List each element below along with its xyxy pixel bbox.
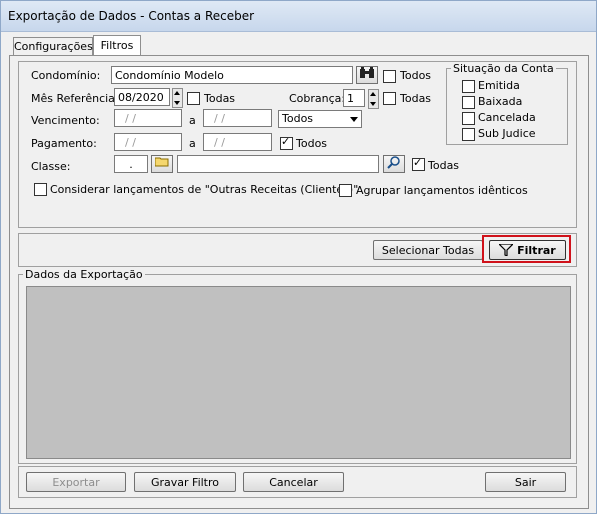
- pagamento-label: Pagamento:: [31, 137, 97, 150]
- pagamento-a-label: a: [189, 137, 196, 150]
- filtrar-label: Filtrar: [517, 244, 556, 257]
- vencimento-label: Vencimento:: [31, 114, 100, 127]
- chevron-down-icon: [350, 117, 358, 122]
- situacao-cancelada-label: Cancelada: [478, 111, 536, 124]
- binoculars-search-button[interactable]: [356, 66, 378, 84]
- classe-folder-button[interactable]: [151, 155, 173, 173]
- agrupar-checkbox[interactable]: [339, 184, 352, 197]
- pagamento-todos-label: Todos: [296, 137, 328, 150]
- situacao-baixada-checkbox[interactable]: [462, 96, 475, 109]
- situacao-emitida-label: Emitida: [478, 79, 520, 92]
- vencimento-ate-field[interactable]: / /: [203, 109, 272, 127]
- tab-filtros[interactable]: Filtros: [93, 35, 141, 56]
- situacao-subjudice-checkbox[interactable]: [462, 128, 475, 141]
- exportar-button[interactable]: Exportar: [26, 472, 126, 492]
- vencimento-a-label: a: [189, 114, 196, 127]
- pagamento-ate-field[interactable]: / /: [203, 133, 272, 151]
- considerar-label: Considerar lançamentos de "Outras Receit…: [50, 183, 359, 196]
- cancelar-button[interactable]: Cancelar: [243, 472, 344, 492]
- cancelar-label: Cancelar: [269, 476, 318, 489]
- sair-button[interactable]: Sair: [485, 472, 566, 492]
- condominio-todos-checkbox[interactable]: [383, 70, 396, 83]
- condominio-todos-label: Todos: [400, 69, 432, 82]
- filtrar-button[interactable]: Filtrar: [489, 240, 566, 260]
- situacao-cancelada-checkbox[interactable]: [462, 112, 475, 125]
- condominio-field[interactable]: Condomínio Modelo: [111, 66, 353, 84]
- mes-todas-label: Todas: [204, 92, 236, 105]
- classe-code-field[interactable]: .: [114, 155, 148, 173]
- situacao-title: Situação da Conta: [451, 62, 556, 75]
- considerar-checkbox[interactable]: [34, 183, 47, 196]
- funnel-icon: [497, 243, 515, 257]
- pagamento-de-field[interactable]: / /: [114, 133, 182, 151]
- mes-todas-checkbox[interactable]: [187, 92, 200, 105]
- classe-search-button[interactable]: [383, 155, 405, 173]
- condominio-label: Condomínio:: [31, 69, 101, 82]
- gravar-filtro-label: Gravar Filtro: [150, 476, 220, 489]
- vencimento-tipo-value: Todos: [282, 112, 314, 125]
- mes-referencia-field[interactable]: 08/2020: [114, 88, 170, 106]
- folder-icon: [154, 157, 169, 167]
- tab-configuracoes[interactable]: Configurações: [13, 37, 93, 56]
- classe-todas-checkbox[interactable]: [412, 156, 425, 171]
- binoculars-icon: [360, 67, 374, 78]
- sair-label: Sair: [514, 476, 537, 489]
- situacao-baixada-label: Baixada: [478, 95, 523, 108]
- vencimento-de-field[interactable]: / /: [114, 109, 182, 127]
- exportar-label: Exportar: [52, 476, 100, 489]
- situacao-emitida-checkbox[interactable]: [462, 80, 475, 93]
- main-window: Exportação de Dados - Contas a Receber C…: [0, 0, 597, 514]
- cobranca-label: Cobrança:: [289, 92, 346, 105]
- tab-configuracoes-label: Configurações: [14, 40, 93, 53]
- cobranca-todas-checkbox[interactable]: [383, 92, 396, 105]
- cobranca-spinner[interactable]: [368, 89, 379, 109]
- cobranca-todas-label: Todas: [400, 92, 432, 105]
- classe-label: Classe:: [31, 160, 71, 173]
- tab-filtros-label: Filtros: [100, 39, 134, 52]
- window-title: Exportação de Dados - Contas a Receber: [8, 9, 255, 23]
- mes-referencia-spinner[interactable]: [172, 88, 183, 108]
- agrupar-label: Agrupar lançamentos idênticos: [356, 184, 528, 197]
- title-bar: Exportação de Dados - Contas a Receber: [1, 1, 596, 32]
- cobranca-field[interactable]: 1: [343, 89, 365, 107]
- gravar-filtro-button[interactable]: Gravar Filtro: [134, 472, 236, 492]
- vencimento-tipo-select[interactable]: Todos: [278, 110, 362, 128]
- selecionar-todas-button[interactable]: Selecionar Todas: [373, 240, 483, 260]
- export-data-grid[interactable]: [26, 286, 571, 459]
- classe-todas-label: Todas: [428, 159, 460, 172]
- mes-referencia-label: Mês Referência:: [31, 92, 119, 105]
- classe-description-field[interactable]: [177, 155, 379, 173]
- pagamento-todos-checkbox[interactable]: [280, 135, 293, 150]
- selecionar-todas-label: Selecionar Todas: [381, 244, 475, 257]
- situacao-subjudice-label: Sub Judice: [478, 127, 536, 140]
- magnifier-icon: [387, 156, 400, 169]
- dados-title: Dados da Exportação: [23, 268, 145, 281]
